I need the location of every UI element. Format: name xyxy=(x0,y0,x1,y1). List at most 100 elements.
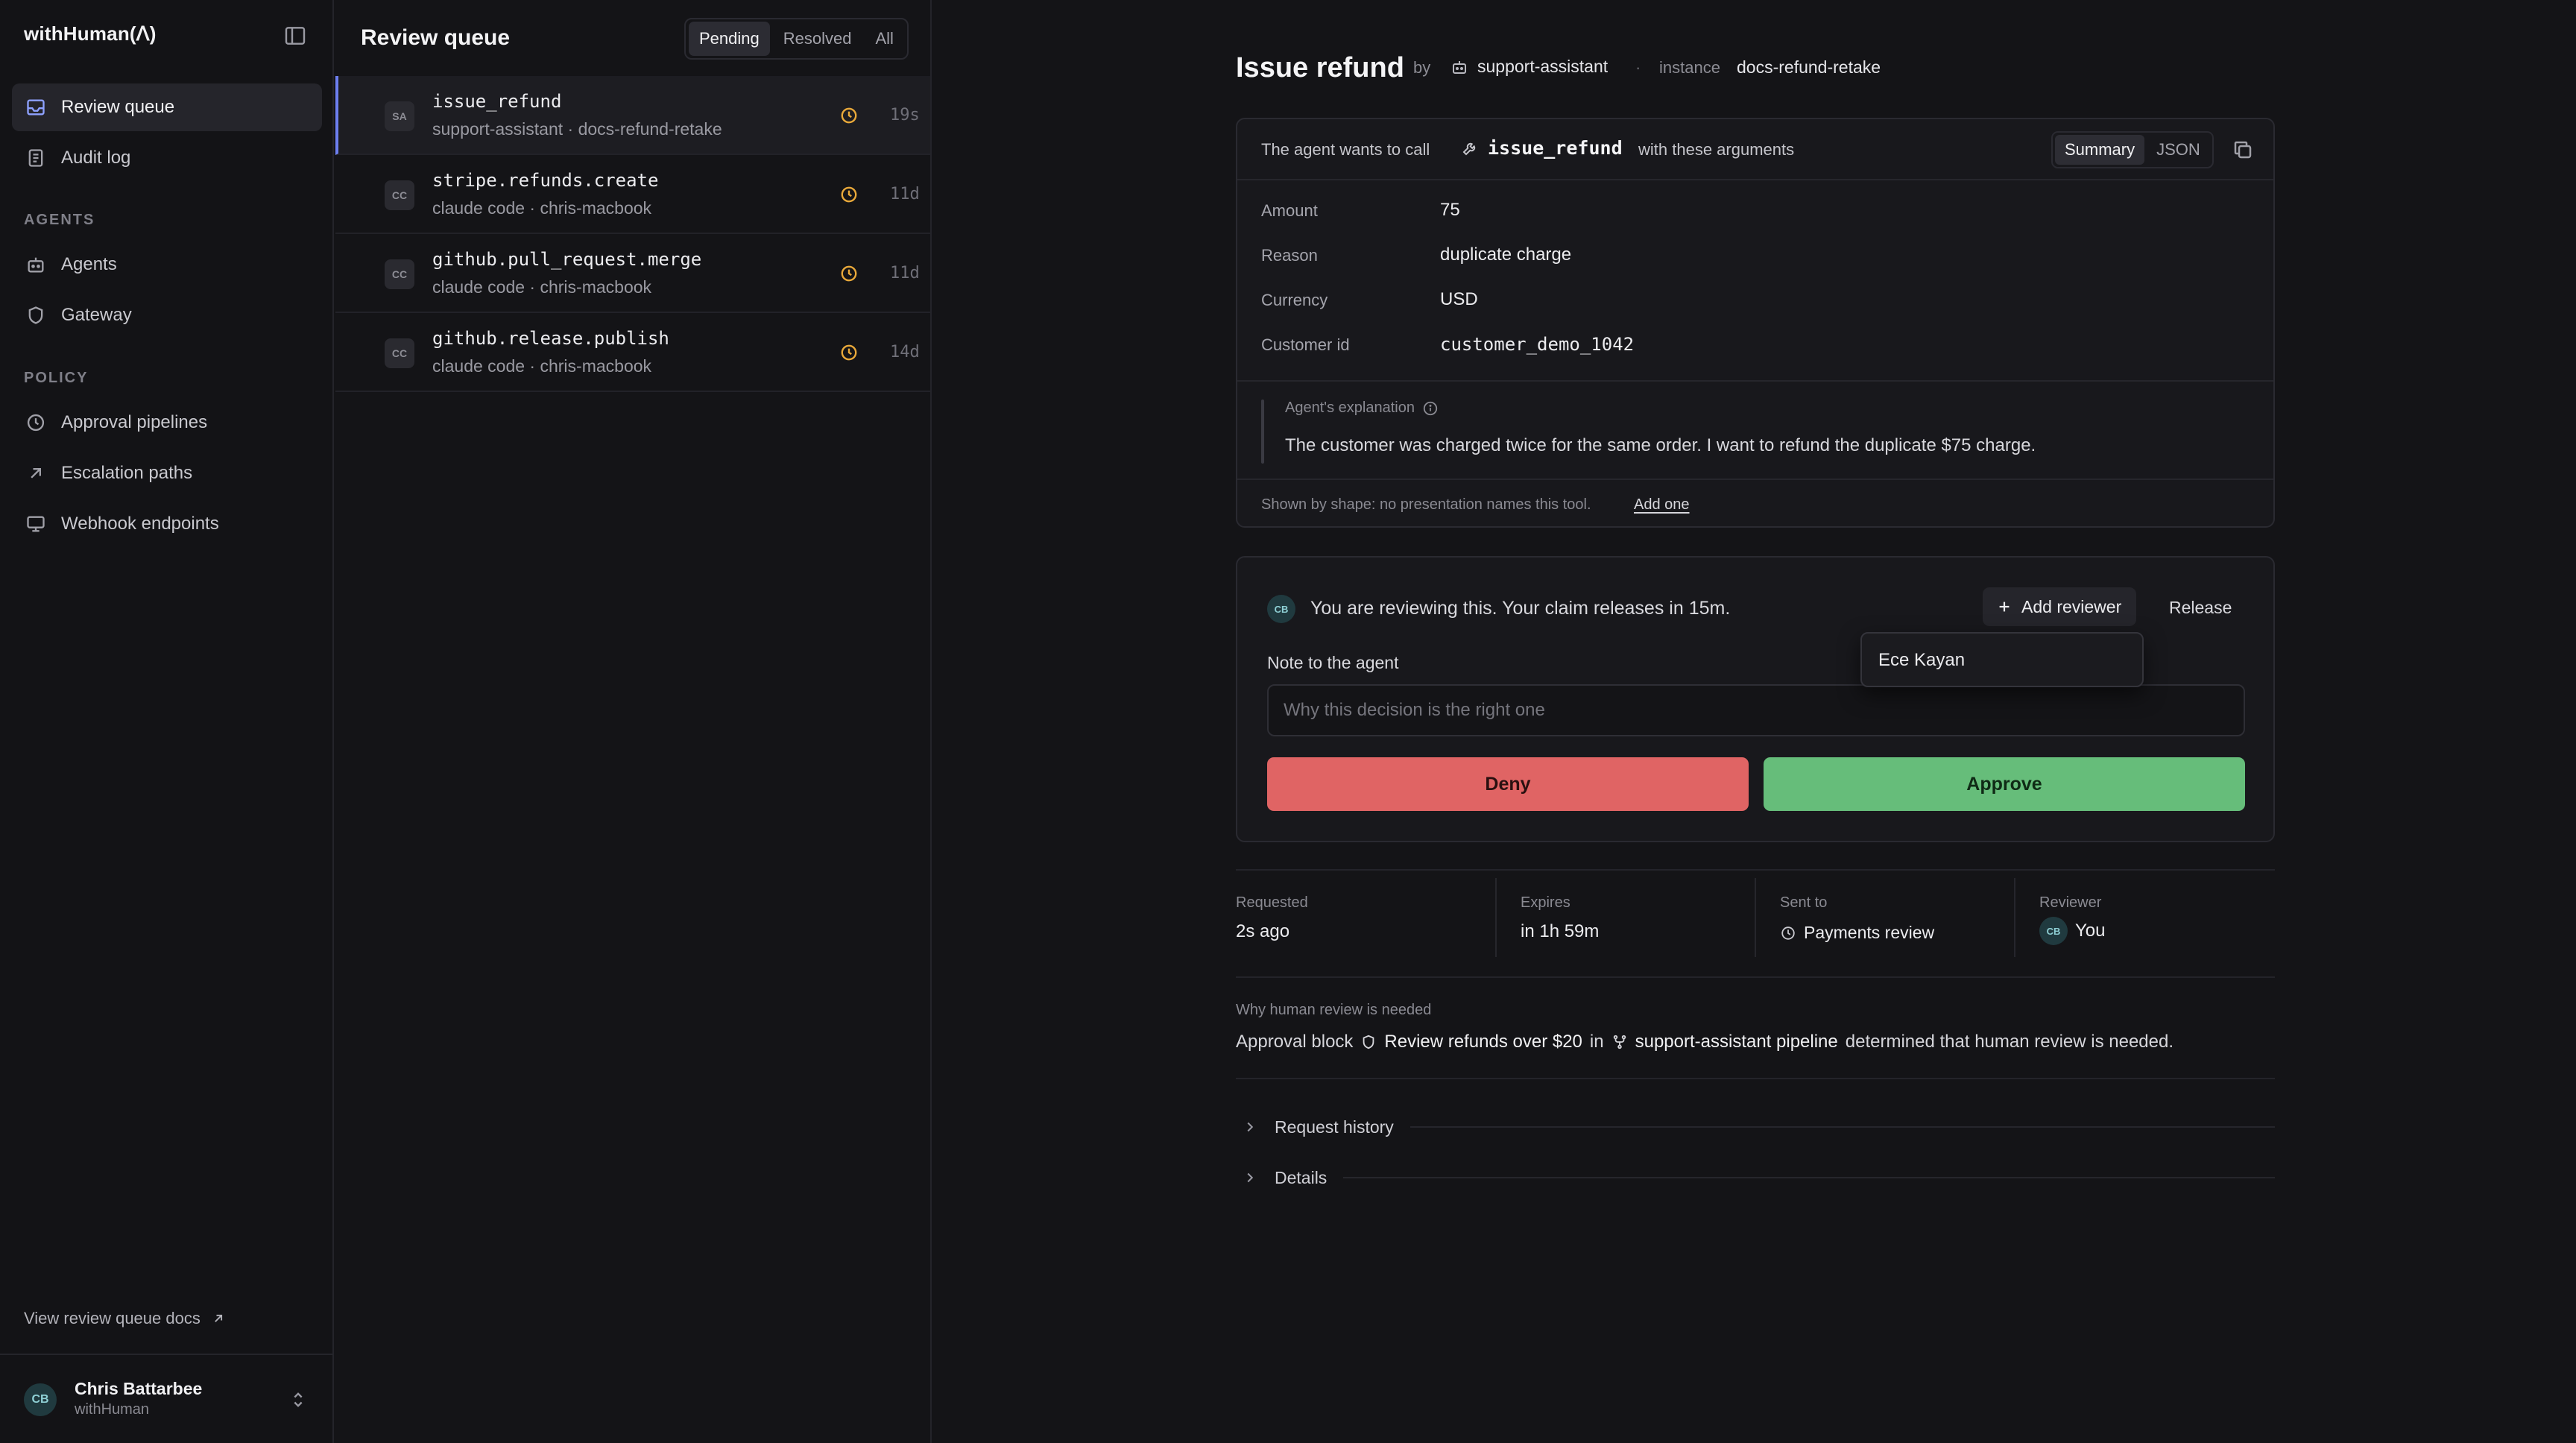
sidebar-item-gateway[interactable]: Gateway xyxy=(12,291,322,339)
pending-clock-icon xyxy=(839,264,859,283)
divider xyxy=(1236,869,2275,871)
reviewer-option[interactable]: Ece Kayan xyxy=(1878,650,1965,671)
approve-button[interactable]: Approve xyxy=(1764,757,2245,811)
add-reviewer-button[interactable]: Add reviewer xyxy=(1983,587,2137,626)
brand-logo: withHuman(ᐱ) xyxy=(24,22,157,45)
queue-item[interactable]: CC github.release.publish claude code · … xyxy=(335,313,930,392)
why-prefix: Approval block xyxy=(1236,1032,1354,1052)
argument-label: Reason xyxy=(1261,246,1318,265)
meta-value: in 1h 59m xyxy=(1521,921,1600,941)
page-title: Issue refund xyxy=(1236,52,1404,83)
agent-explanation: Agent's explanation The customer was cha… xyxy=(1237,380,2273,479)
queue-item[interactable]: CC github.pull_request.merge claude code… xyxy=(335,234,930,313)
request-history-toggle[interactable]: Request history xyxy=(1236,1112,2275,1142)
tab-summary[interactable]: Summary xyxy=(2055,135,2145,165)
claim-status: You are reviewing this. Your claim relea… xyxy=(1310,598,1731,619)
meta-expires: Expires in 1h 59m xyxy=(1495,878,1755,957)
queue-item-age: 19s xyxy=(890,106,920,124)
tool-name-text: issue_refund xyxy=(1488,137,1623,159)
deny-button[interactable]: Deny xyxy=(1267,757,1749,811)
sidebar-item-label: Agents xyxy=(61,254,117,274)
argument-value: duplicate charge xyxy=(1440,244,1572,265)
sidebar-item-approval-pipelines[interactable]: Approval pipelines xyxy=(12,399,322,446)
add-reviewer-label: Add reviewer xyxy=(2021,596,2122,616)
sidebar-item-agents[interactable]: Agents xyxy=(12,241,322,288)
queue-item-source: claude code · chris-macbook xyxy=(432,198,652,218)
section-label-policy: POLICY xyxy=(24,370,89,386)
meta-value: 2s ago xyxy=(1236,921,1290,941)
meta-label: Reviewer xyxy=(2039,894,2102,911)
robot-icon xyxy=(25,254,46,275)
queue-item-source: support-assistant · docs-refund-retake xyxy=(432,119,722,139)
reviewer-value: CB You xyxy=(2039,917,2106,945)
wrench-icon xyxy=(1461,139,1479,157)
view-toggle: Summary JSON xyxy=(2051,131,2214,168)
tab-resolved[interactable]: Resolved xyxy=(773,22,862,56)
sidebar-item-label: Approval pipelines xyxy=(61,412,208,432)
user-name: Chris Battarbee xyxy=(75,1379,203,1398)
meta-requested: Requested 2s ago xyxy=(1236,878,1495,957)
copy-icon[interactable] xyxy=(2232,139,2254,161)
details-toggle[interactable]: Details xyxy=(1236,1163,2275,1193)
queue-item-source: claude code · chris-macbook xyxy=(432,277,652,297)
meta-label: Sent to xyxy=(1780,894,1828,911)
release-button[interactable]: Release xyxy=(2169,598,2232,618)
tab-all[interactable]: All xyxy=(865,22,903,56)
clock-icon xyxy=(1780,925,1796,941)
tab-pending[interactable]: Pending xyxy=(689,22,770,56)
tool-name: issue_refund xyxy=(1461,137,1623,159)
meta-reviewer: Reviewer CB You xyxy=(2014,878,2273,957)
monitor-icon xyxy=(25,514,46,534)
argument-value: customer_demo_1042 xyxy=(1440,334,1635,355)
tab-json[interactable]: JSON xyxy=(2147,135,2210,165)
agent-link[interactable]: support-assistant xyxy=(1450,57,1608,77)
sidebar-item-review-queue[interactable]: Review queue xyxy=(12,83,322,131)
user-menu[interactable]: CB Chris Battarbee withHuman xyxy=(0,1354,332,1443)
sent-to-link[interactable]: Payments review xyxy=(1780,923,1934,943)
section-label: Request history xyxy=(1275,1117,1394,1137)
chevron-up-down-icon[interactable] xyxy=(288,1389,309,1410)
instance-label: instance xyxy=(1659,58,1720,77)
why-review-text: Approval block Review refunds over $20 i… xyxy=(1236,1032,2174,1052)
divider xyxy=(1236,1078,2275,1079)
review-queue-docs-link[interactable]: View review queue docs xyxy=(24,1309,226,1328)
add-presentation-link[interactable]: Add one xyxy=(1634,496,1690,514)
explanation-label-text: Agent's explanation xyxy=(1285,400,1415,416)
meta-value: Payments review xyxy=(1804,923,1935,942)
agent-badge: CC xyxy=(385,180,414,210)
why-review-label: Why human review is needed xyxy=(1236,1002,1432,1018)
inbox-icon xyxy=(25,97,46,118)
queue-item[interactable]: SA issue_refund support-assistant · docs… xyxy=(335,76,930,155)
tool-call-card: The agent wants to call issue_refund wit… xyxy=(1236,118,2275,528)
queue-item-age: 11d xyxy=(890,185,920,203)
queue-filter-tabs: Pending Resolved All xyxy=(684,18,909,60)
agent-badge: SA xyxy=(385,101,414,131)
sidebar-item-label: Audit log xyxy=(61,148,131,168)
approval-block-link[interactable]: Review refunds over $20 xyxy=(1384,1032,1582,1052)
divider xyxy=(1343,1177,2275,1178)
presentation-note-text: Shown by shape: no presentation names th… xyxy=(1261,496,1591,513)
argument-label: Amount xyxy=(1261,201,1318,220)
instance-name[interactable]: docs-refund-retake xyxy=(1737,57,1881,78)
clock-icon xyxy=(25,412,46,433)
note-to-agent-input[interactable] xyxy=(1267,684,2245,736)
queue-item[interactable]: CC stripe.refunds.create claude code · c… xyxy=(335,155,930,234)
document-icon xyxy=(25,148,46,168)
user-org: withHuman xyxy=(75,1401,150,1418)
external-link-icon xyxy=(211,1311,226,1326)
queue-item-name: github.release.publish xyxy=(432,328,669,349)
shield-icon xyxy=(1360,1034,1377,1050)
agent-badge: CC xyxy=(385,338,414,368)
argument-value: 75 xyxy=(1440,200,1460,220)
sidebar-item-audit-log[interactable]: Audit log xyxy=(12,134,322,182)
argument-label: Currency xyxy=(1261,291,1328,309)
divider xyxy=(1236,976,2275,978)
sidebar-item-label: Escalation paths xyxy=(61,463,193,483)
sidebar-item-webhook-endpoints[interactable]: Webhook endpoints xyxy=(12,500,322,548)
pipeline-link[interactable]: support-assistant pipeline xyxy=(1635,1032,1838,1052)
sidebar-item-escalation-paths[interactable]: Escalation paths xyxy=(12,449,322,497)
sidebar-toggle-icon[interactable] xyxy=(283,24,307,48)
info-icon[interactable] xyxy=(1422,400,1439,417)
note-label: Note to the agent xyxy=(1267,653,1399,672)
why-suffix: determined that human review is needed. xyxy=(1845,1032,2174,1052)
